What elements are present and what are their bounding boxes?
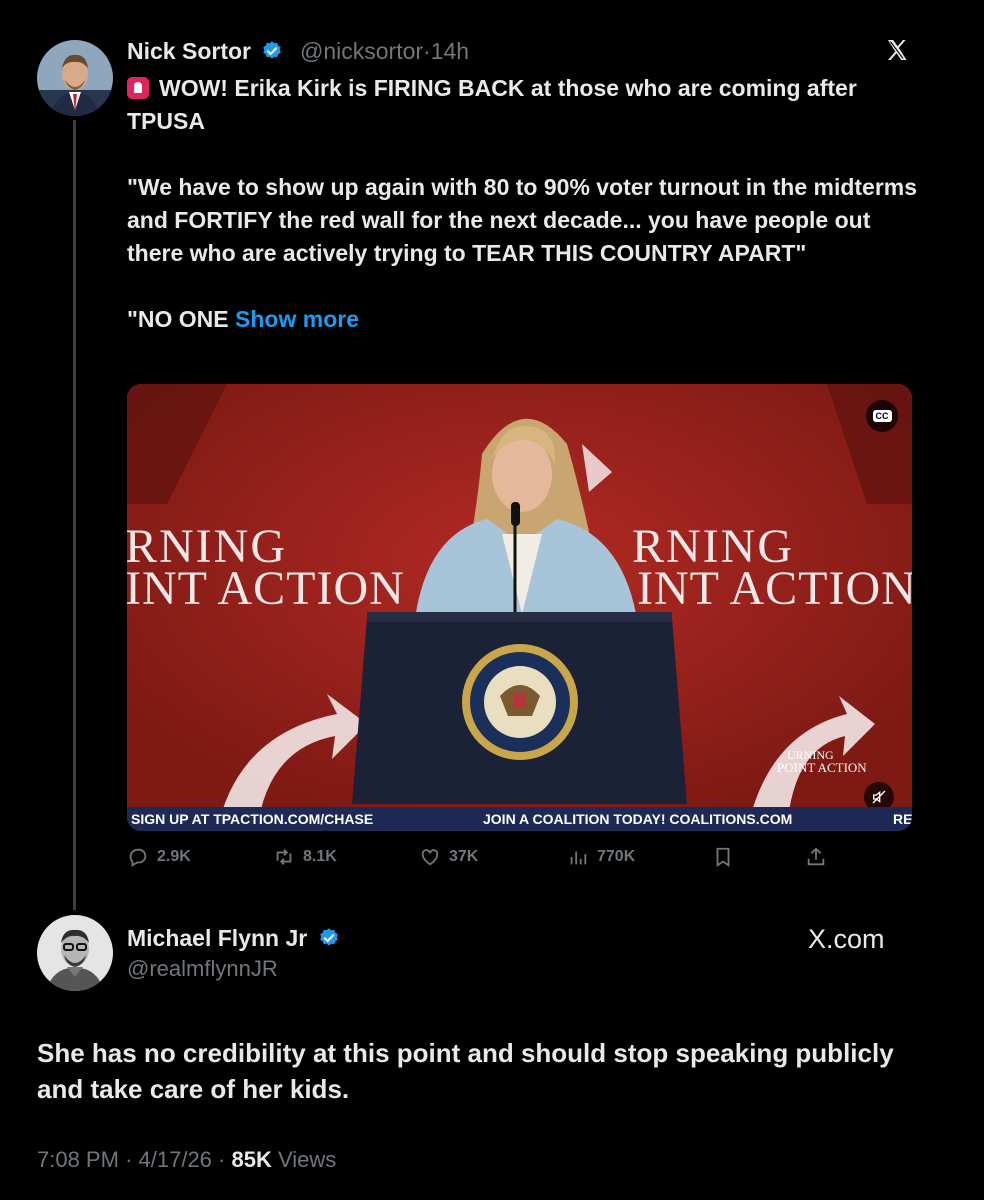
quoted-author-name[interactable]: Nick Sortor	[127, 38, 283, 65]
reply-count: 2.9K	[157, 848, 191, 865]
reply-icon	[129, 848, 147, 867]
quoted-tweet-text: WOW! Erika Kirk is FIRING BACK at those …	[127, 72, 927, 336]
video-player[interactable]: RNING INT ACTION RNING INT ACTION CC URN…	[127, 384, 912, 831]
like-button[interactable]: 37K	[419, 846, 478, 868]
repost-count: 8.1K	[303, 848, 337, 865]
closed-captions-icon: CC	[872, 410, 892, 422]
share-button[interactable]	[805, 846, 835, 868]
meta-separator: ·	[125, 1147, 133, 1172]
quoting-author-handle[interactable]: @realmflynnJR	[127, 956, 278, 982]
quoted-author-name-text: Nick Sortor	[127, 38, 251, 64]
views-count: 770K	[597, 848, 636, 865]
siren-emoji-icon	[127, 77, 149, 99]
bookmark-icon	[716, 847, 730, 867]
verified-badge-icon	[319, 928, 338, 946]
x-logo-icon	[888, 40, 907, 60]
avatar-nick-sortor[interactable]	[37, 40, 113, 116]
closed-captions-button[interactable]: CC	[866, 400, 898, 432]
tweet-views-count: 85K	[231, 1147, 272, 1172]
like-icon	[421, 849, 439, 866]
ticker-center: JOIN A COALITION TODAY! COALITIONS.COM	[483, 811, 793, 827]
bookmark-button[interactable]	[712, 846, 742, 868]
tweet-date[interactable]: 4/17/26	[139, 1147, 212, 1172]
like-count: 37K	[449, 848, 479, 865]
quoting-author-name-text: Michael Flynn Jr	[127, 925, 308, 951]
verified-badge-icon	[263, 41, 282, 59]
meta-separator: ·	[218, 1147, 226, 1172]
quoting-tweet-text: She has no credibility at this point and…	[37, 1038, 894, 1104]
ticker-left: SIGN UP AT TPACTION.COM/CHASE	[131, 811, 374, 827]
tweet-actions-bar: 2.9K 8.1K 37K 770K	[127, 846, 847, 872]
tweet-time[interactable]: 7:08 PM	[37, 1147, 119, 1172]
thread-connector-line	[73, 120, 76, 910]
views-button[interactable]: 770K	[567, 846, 635, 868]
quoted-text-line-1: WOW! Erika Kirk is FIRING BACK at those …	[127, 75, 857, 134]
repost-button[interactable]: 8.1K	[273, 846, 337, 868]
quoted-author-meta: @nicksortor·14h	[300, 38, 469, 65]
reply-button[interactable]: 2.9K	[127, 846, 191, 868]
source-xcom: X.com	[808, 924, 885, 954]
avatar-michael-flynn[interactable]	[37, 915, 113, 991]
tweet-meta: 7:08 PM · 4/17/26 · 85K Views	[37, 1147, 336, 1173]
quoted-text-truncated: "NO ONE	[127, 306, 236, 332]
views-icon	[570, 851, 587, 865]
quoted-timestamp[interactable]: 14h	[431, 38, 469, 64]
mute-icon	[872, 790, 886, 804]
quoted-author-handle[interactable]: @nicksortor	[300, 38, 423, 64]
watermark-line-2: POINT ACTION	[777, 760, 867, 775]
show-more-link[interactable]: Show more	[235, 306, 359, 332]
backdrop-text-left-2: INT ACTION	[127, 562, 405, 615]
ticker-right: RE	[893, 811, 912, 827]
backdrop-text-right-2: INT ACTION	[637, 562, 912, 615]
quoting-author-name[interactable]: Michael Flynn Jr	[127, 925, 340, 952]
meta-separator: ·	[423, 38, 431, 64]
tweet-views-label: Views	[277, 1147, 337, 1172]
news-ticker: SIGN UP AT TPACTION.COM/CHASE JOIN A COA…	[127, 807, 912, 831]
share-icon	[807, 847, 825, 866]
quoted-text-quote: "We have to show up again with 80 to 90%…	[127, 174, 918, 266]
repost-icon	[276, 849, 292, 865]
